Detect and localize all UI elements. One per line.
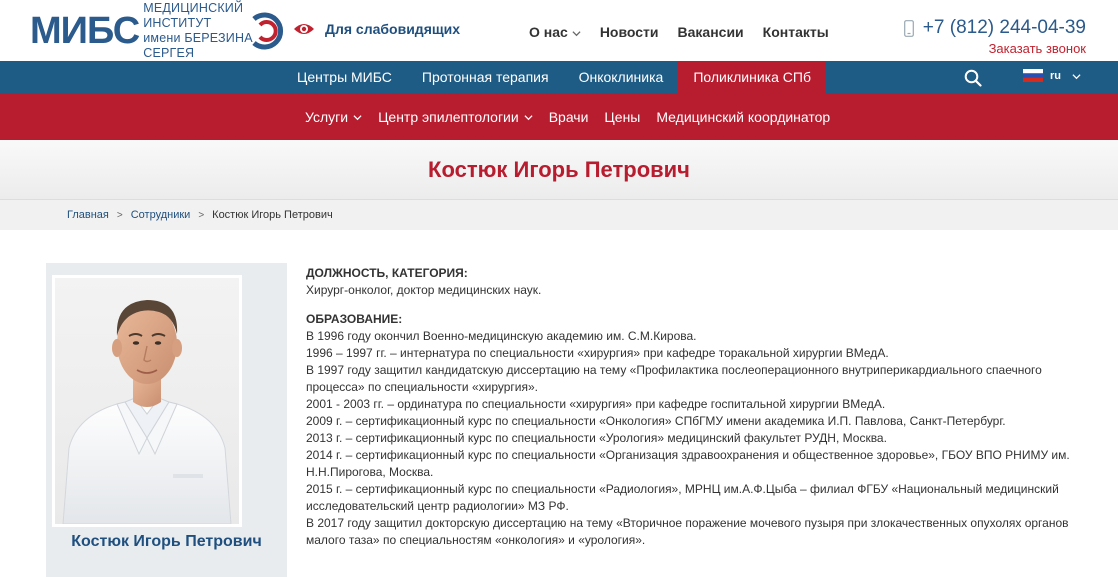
- sub-nav-items: Услуги Центр эпилептологии Врачи Цены Ме…: [297, 93, 838, 140]
- top-nav-item-contacts[interactable]: Контакты: [763, 24, 829, 40]
- education-line: исследовательский центр радиологии» МЗ Р…: [306, 499, 569, 513]
- top-nav-item-news[interactable]: Новости: [600, 24, 659, 40]
- breadcrumb-separator: >: [198, 209, 205, 221]
- low-vision-label: Для слабовидящих: [325, 21, 461, 37]
- eye-icon: [294, 24, 314, 34]
- breadcrumb-band: Главная > Сотрудники > Костюк Игорь Петр…: [0, 200, 1118, 230]
- logo[interactable]: МИБС МЕДИЦИНСКИЙ ИНСТИТУТ имени БЕРЕЗИНА…: [30, 1, 284, 60]
- language-selector[interactable]: ru: [1023, 69, 1081, 82]
- top-header: МИБС МЕДИЦИНСКИЙ ИНСТИТУТ имени БЕРЕЗИНА…: [0, 0, 1118, 61]
- education-line: 2013 г. – сертификационный курс по специ…: [306, 431, 887, 445]
- doctor-portrait-icon: [62, 300, 232, 524]
- low-vision-link[interactable]: Для слабовидящих: [293, 21, 460, 37]
- sub-nav-item-medical-coordinator[interactable]: Медицинский координатор: [648, 93, 838, 140]
- sub-nav-item-services[interactable]: Услуги: [297, 93, 370, 140]
- sub-nav: Услуги Центр эпилептологии Врачи Цены Ме…: [0, 93, 1118, 140]
- phone-number: +7 (812) 244-04-39: [922, 17, 1086, 38]
- position-heading: ДОЛЖНОСТЬ, КАТЕГОРИЯ:: [306, 266, 468, 280]
- breadcrumb-current: Костюк Игорь Петрович: [212, 209, 333, 221]
- sub-nav-label: Услуги: [305, 108, 349, 125]
- education-line: 2009 г. – сертификационный курс по специ…: [306, 414, 1006, 428]
- main-nav-item-centers[interactable]: Центры МИБС: [282, 61, 407, 93]
- breadcrumb-separator: >: [116, 209, 123, 221]
- top-nav-item-vacancies[interactable]: Вакансии: [678, 24, 744, 40]
- sub-nav-label: Центр эпилептологии: [378, 108, 519, 125]
- doctor-photo: [55, 278, 239, 524]
- callback-link[interactable]: Заказать звонок: [904, 41, 1086, 56]
- education-line: 1996 – 1997 гг. – интернатура по специал…: [306, 346, 889, 360]
- logo-mark: МИБС: [30, 10, 140, 52]
- doctor-bio: ДОЛЖНОСТЬ, КАТЕГОРИЯ: Хирург-онколог, до…: [306, 265, 1081, 549]
- doctor-name: Костюк Игорь Петрович: [71, 533, 262, 550]
- top-nav-label: О нас: [529, 24, 568, 40]
- breadcrumb-home[interactable]: Главная: [67, 209, 109, 221]
- breadcrumb-staff[interactable]: Сотрудники: [131, 209, 191, 221]
- top-nav: О нас Новости Вакансии Контакты: [529, 24, 829, 40]
- doctor-photo-frame: [52, 275, 242, 527]
- education-line: В 1997 году защитил кандидатскую диссерт…: [306, 363, 1042, 377]
- main-nav-item-polyclinic-spb[interactable]: Поликлиника СПб: [678, 61, 826, 93]
- top-nav-item-about[interactable]: О нас: [529, 24, 581, 40]
- education-line: процесса» по специальности «хирургия».: [306, 380, 538, 394]
- profile-card: Костюк Игорь Петрович: [46, 263, 287, 577]
- main-nav: Центры МИБС Протонная терапия Онкоклиник…: [0, 61, 1118, 93]
- main-nav-item-oncoclinic[interactable]: Онкоклиника: [564, 61, 679, 93]
- search-icon[interactable]: [964, 69, 982, 87]
- education-line: 2014 г. – сертификационный курс по специ…: [306, 448, 1070, 462]
- phone-block: +7 (812) 244-04-39 Заказать звонок: [903, 17, 1086, 56]
- sub-nav-item-prices[interactable]: Цены: [596, 93, 648, 140]
- education-line: малого таза» по специальностям «онкологи…: [306, 533, 646, 547]
- chevron-down-icon: [1072, 74, 1081, 80]
- title-band: Костюк Игорь Петрович: [0, 140, 1118, 200]
- mobile-phone-icon: [903, 19, 914, 37]
- sub-nav-item-epileptology[interactable]: Центр эпилептологии: [370, 93, 541, 140]
- education-line: В 1996 году окончил Военно-медицинскую а…: [306, 329, 697, 343]
- sub-nav-item-doctors[interactable]: Врачи: [541, 93, 597, 140]
- bio-spacer: [306, 299, 1081, 311]
- education-line: В 2017 году защитил докторскую диссертац…: [306, 516, 1069, 530]
- main-nav-items: Центры МИБС Протонная терапия Онкоклиник…: [282, 61, 826, 93]
- logo-emblem-icon: [252, 12, 284, 50]
- education-line: 2001 - 2003 гг. – ординатура по специаль…: [306, 397, 886, 411]
- phone-line[interactable]: +7 (812) 244-04-39: [903, 17, 1086, 39]
- position-text: Хирург-онколог, доктор медицинских наук.: [306, 283, 542, 297]
- chevron-down-icon: [572, 30, 581, 36]
- education-heading: ОБРАЗОВАНИЕ:: [306, 312, 403, 326]
- main-nav-item-proton-therapy[interactable]: Протонная терапия: [407, 61, 564, 93]
- breadcrumb: Главная > Сотрудники > Костюк Игорь Петр…: [67, 209, 333, 221]
- russia-flag-icon: [1023, 69, 1043, 82]
- education-line: Н.Н.Пирогова, Москва.: [306, 465, 434, 479]
- chevron-down-icon: [524, 115, 533, 121]
- chevron-down-icon: [353, 115, 362, 121]
- page-title: Костюк Игорь Петрович: [428, 157, 690, 182]
- education-line: 2015 г. – сертификационный курс по специ…: [306, 482, 1059, 496]
- language-label: ru: [1050, 69, 1061, 82]
